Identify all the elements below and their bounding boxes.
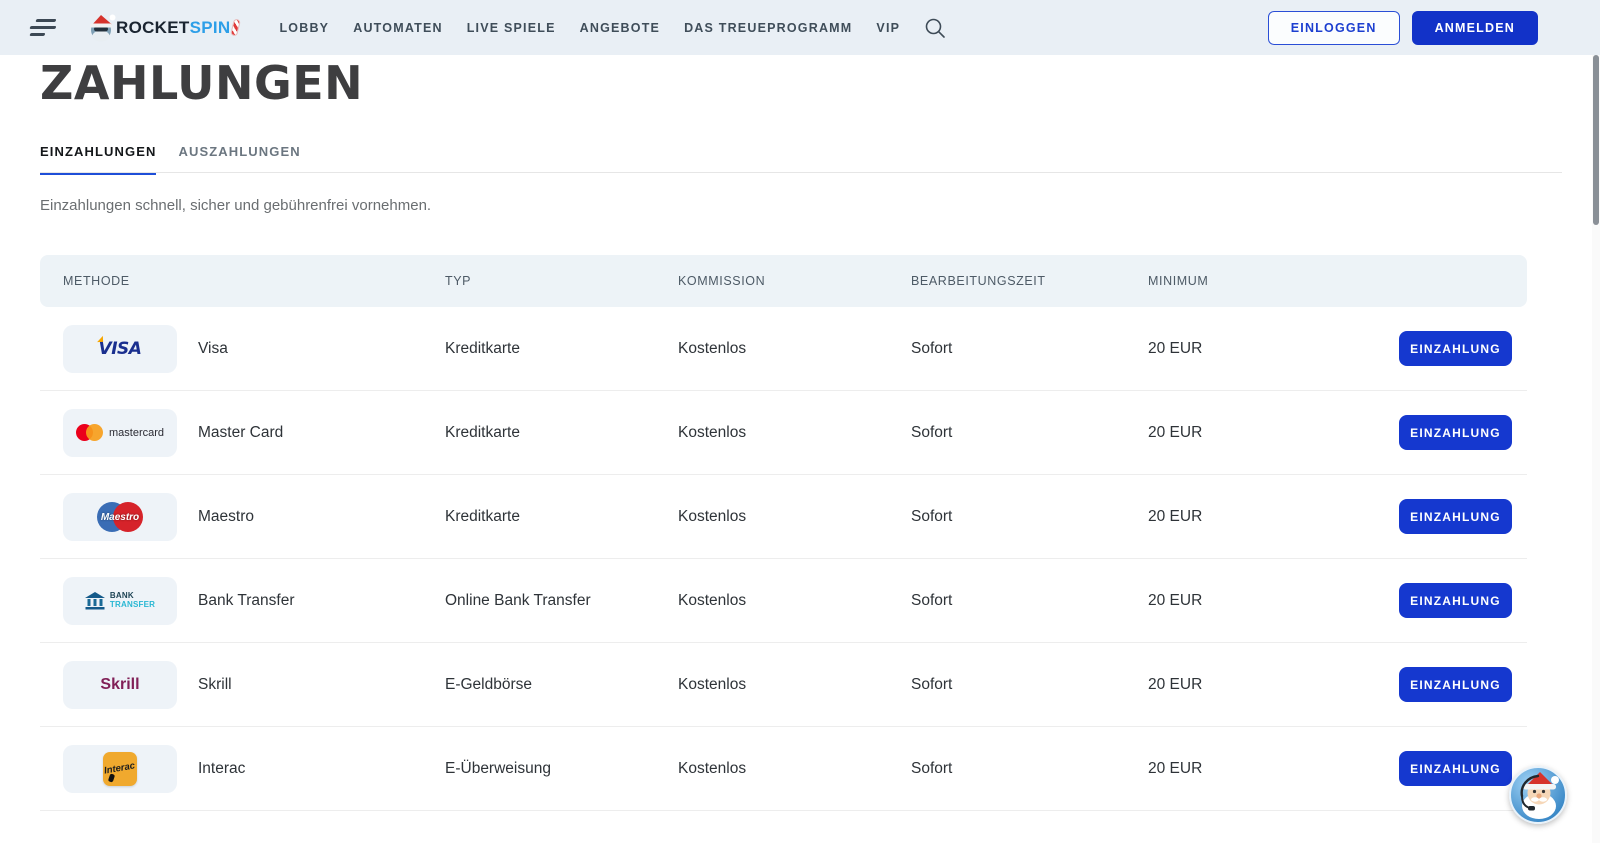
method-name: Skrill [198, 676, 232, 694]
method-name: Maestro [198, 508, 254, 526]
minimum-cell: 20 EUR [1148, 340, 1397, 358]
commission-cell: Kostenlos [678, 676, 911, 694]
brand-wordmark: ROCKETSPIN [116, 18, 239, 38]
type-cell: Kreditkarte [445, 508, 678, 526]
commission-cell: Kostenlos [678, 424, 911, 442]
minimum-cell: 20 EUR [1148, 424, 1397, 442]
payments-tabs: EINZAHLUNGEN AUSZAHLUNGEN [40, 144, 301, 175]
deposit-button[interactable]: EINZAHLUNG [1399, 667, 1512, 702]
minimum-cell: 20 EUR [1148, 508, 1397, 526]
nav-item-angebote[interactable]: ANGEBOTE [580, 21, 660, 35]
candy-cane-icon [231, 18, 242, 36]
deposit-button[interactable]: EINZAHLUNG [1399, 415, 1512, 450]
maestro-logo: Maestro [63, 493, 177, 541]
action-cell: EINZAHLUNG [1399, 583, 1527, 618]
minimum-cell: 20 EUR [1148, 760, 1397, 778]
nav-item-automaten[interactable]: AUTOMATEN [353, 21, 443, 35]
column-kommission: KOMMISSION [678, 274, 911, 288]
method-name: Interac [198, 760, 245, 778]
commission-cell: Kostenlos [678, 592, 911, 610]
action-cell: EINZAHLUNG [1399, 751, 1527, 786]
commission-cell: Kostenlos [678, 508, 911, 526]
table-body: VISA Visa Kreditkarte Kostenlos Sofort 2… [40, 307, 1527, 811]
search-icon[interactable] [924, 17, 946, 39]
method-cell: Skrill Skrill [40, 661, 445, 709]
auth-buttons: EINLOGGEN ANMELDEN [1268, 11, 1538, 45]
page-title: ZAHLUNGEN [40, 56, 363, 110]
live-chat-widget[interactable] [1509, 766, 1567, 824]
santa-mascot-icon [86, 13, 116, 43]
deposit-button[interactable]: EINZAHLUNG [1399, 499, 1512, 534]
table-header-row: METHODE TYP KOMMISSION BEARBEITUNGSZEIT … [40, 255, 1527, 307]
banktransfer-logo: BANKTRANSFER [63, 577, 177, 625]
method-name: Master Card [198, 424, 283, 442]
minimum-cell: 20 EUR [1148, 676, 1397, 694]
processing-time-cell: Sofort [911, 592, 1148, 610]
action-cell: EINZAHLUNG [1399, 415, 1527, 450]
tab-einzahlungen[interactable]: EINZAHLUNGEN [40, 144, 156, 175]
commission-cell: Kostenlos [678, 760, 911, 778]
hamburger-menu-icon[interactable] [30, 15, 58, 41]
processing-time-cell: Sofort [911, 424, 1148, 442]
main-nav: LOBBY AUTOMATEN LIVE SPIELE ANGEBOTE DAS TRE… [279, 21, 900, 35]
table-row: BANKTRANSFER Bank Transfer Online Bank T… [40, 559, 1527, 643]
nav-item-das-treueprogramm[interactable]: DAS TREUEPROGRAMM [684, 21, 852, 35]
deposit-methods-table: METHODE TYP KOMMISSION BEARBEITUNGSZEIT … [40, 255, 1527, 811]
top-navigation-bar: ROCKETSPIN LOBBY AUTOMATEN LIVE SPIELE ANGE… [0, 0, 1600, 55]
method-cell: Maestro Maestro [40, 493, 445, 541]
nav-item-live-spiele[interactable]: LIVE SPIELE [467, 21, 556, 35]
deposit-button[interactable]: EINZAHLUNG [1399, 751, 1512, 786]
action-cell: EINZAHLUNG [1399, 331, 1527, 366]
rocketspin-logo[interactable]: ROCKETSPIN [86, 13, 239, 43]
type-cell: E-Geldbörse [445, 676, 678, 694]
scrollbar-thumb[interactable] [1593, 55, 1599, 225]
method-name: Visa [198, 340, 228, 358]
processing-time-cell: Sofort [911, 676, 1148, 694]
signup-button[interactable]: ANMELDEN [1412, 11, 1538, 45]
minimum-cell: 20 EUR [1148, 592, 1397, 610]
type-cell: Kreditkarte [445, 424, 678, 442]
method-cell: VISA Visa [40, 325, 445, 373]
column-typ: TYP [445, 274, 678, 288]
processing-time-cell: Sofort [911, 508, 1148, 526]
table-row: Skrill Skrill E-Geldbörse Kostenlos Sofo… [40, 643, 1527, 727]
method-name: Bank Transfer [198, 592, 295, 610]
tab-auszahlungen[interactable]: AUSZAHLUNGEN [178, 144, 300, 175]
column-methode: METHODE [40, 274, 445, 288]
method-cell: mastercard Master Card [40, 409, 445, 457]
type-cell: Online Bank Transfer [445, 592, 678, 610]
table-row: Interac Interac E-Überweisung Kostenlos … [40, 727, 1527, 811]
login-button[interactable]: EINLOGGEN [1268, 11, 1400, 45]
action-cell: EINZAHLUNG [1399, 667, 1527, 702]
type-cell: Kreditkarte [445, 340, 678, 358]
column-bearbeitungszeit: BEARBEITUNGSZEIT [911, 274, 1148, 288]
interac-logo: Interac [63, 745, 177, 793]
processing-time-cell: Sofort [911, 340, 1148, 358]
scrollbar-track[interactable] [1592, 0, 1600, 843]
deposit-button[interactable]: EINZAHLUNG [1399, 583, 1512, 618]
deposit-button[interactable]: EINZAHLUNG [1399, 331, 1512, 366]
processing-time-cell: Sofort [911, 760, 1148, 778]
visa-logo: VISA [63, 325, 177, 373]
method-cell: Interac Interac [40, 745, 445, 793]
table-row: Maestro Maestro Kreditkarte Kostenlos So… [40, 475, 1527, 559]
column-minimum: MINIMUM [1148, 274, 1397, 288]
table-row: VISA Visa Kreditkarte Kostenlos Sofort 2… [40, 307, 1527, 391]
tabs-divider [40, 172, 1562, 173]
method-cell: BANKTRANSFER Bank Transfer [40, 577, 445, 625]
nav-item-vip[interactable]: VIP [876, 21, 900, 35]
action-cell: EINZAHLUNG [1399, 499, 1527, 534]
nav-item-lobby[interactable]: LOBBY [279, 21, 329, 35]
mastercard-logo: mastercard [63, 409, 177, 457]
table-row: mastercard Master Card Kreditkarte Koste… [40, 391, 1527, 475]
commission-cell: Kostenlos [678, 340, 911, 358]
skrill-logo: Skrill [63, 661, 177, 709]
page-subtitle: Einzahlungen schnell, sicher und gebühre… [40, 197, 431, 214]
type-cell: E-Überweisung [445, 760, 678, 778]
